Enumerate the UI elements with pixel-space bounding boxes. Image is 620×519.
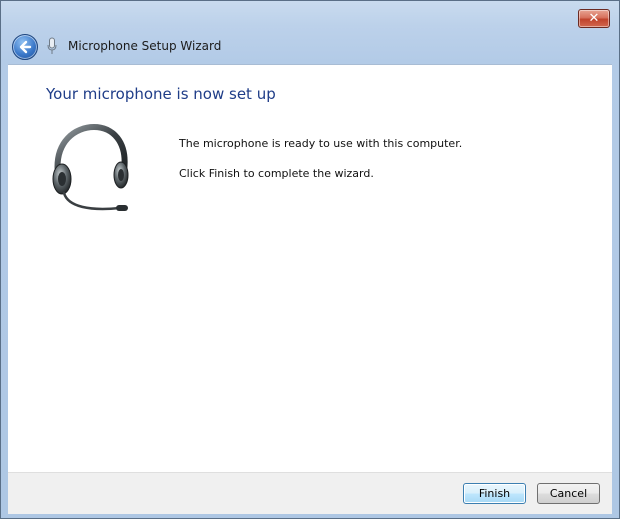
back-arrow-icon xyxy=(19,40,32,54)
window-title: Microphone Setup Wizard xyxy=(68,39,222,53)
headset-icon xyxy=(52,123,129,211)
cancel-button[interactable]: Cancel xyxy=(537,483,600,504)
ready-message: The microphone is ready to use with this… xyxy=(179,137,463,150)
finish-instruction: Click Finish to complete the wizard. xyxy=(179,167,374,180)
page-title: Your microphone is now set up xyxy=(46,85,276,103)
close-icon: ✕ xyxy=(588,11,600,26)
close-button[interactable]: ✕ xyxy=(578,9,610,28)
microphone-icon xyxy=(47,37,57,54)
back-button[interactable] xyxy=(12,34,38,60)
wizard-window: ✕ Microphone Setup Wizard Your microphon… xyxy=(0,0,620,519)
wizard-content: Your microphone is now set up The microp… xyxy=(8,64,612,473)
button-bar: Finish Cancel xyxy=(8,472,612,514)
finish-button[interactable]: Finish xyxy=(463,483,526,504)
